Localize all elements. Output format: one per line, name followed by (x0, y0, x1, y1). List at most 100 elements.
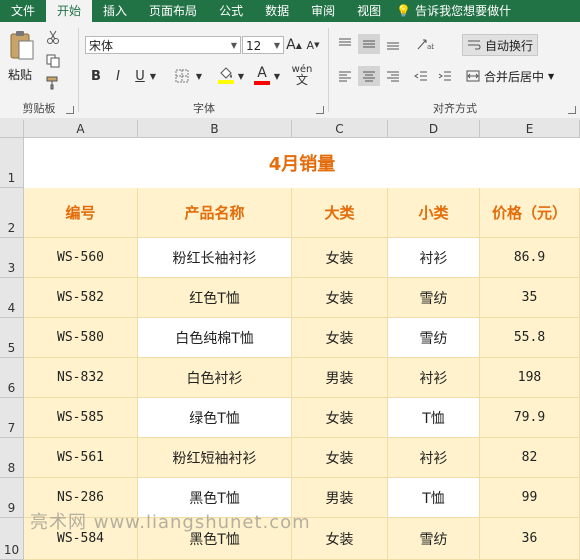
alignment-launcher-icon[interactable] (568, 106, 576, 114)
tell-me-box[interactable]: 💡 告诉我您想要做什 (396, 0, 511, 22)
increase-indent-icon[interactable] (434, 66, 456, 86)
row-header[interactable]: 8 (0, 438, 24, 478)
merge-center-button[interactable]: 合并后居中 ▼ (466, 66, 554, 86)
table-cell[interactable]: 35 (480, 278, 580, 318)
table-cell[interactable]: 86.9 (480, 238, 580, 278)
phonetic-button[interactable]: wén 文 (290, 62, 314, 88)
borders-icon[interactable] (172, 66, 192, 86)
fill-color-button[interactable] (216, 64, 236, 86)
header-cell[interactable]: 大类 (292, 188, 388, 238)
bottom-align-icon[interactable] (382, 34, 404, 54)
row-header[interactable]: 1 (0, 138, 24, 188)
column-header-b[interactable]: B (138, 120, 292, 138)
column-header-c[interactable]: C (292, 120, 388, 138)
font-launcher-icon[interactable] (316, 106, 324, 114)
sheet-title-cell[interactable]: 4月销量 (24, 138, 580, 189)
table-cell[interactable]: T恤 (388, 398, 480, 438)
tab-home[interactable]: 开始 (46, 0, 93, 22)
table-cell[interactable]: NS-832 (24, 358, 138, 398)
row-header[interactable]: 10 (0, 518, 24, 560)
middle-align-icon[interactable] (358, 34, 380, 54)
chevron-down-icon[interactable]: ▼ (194, 66, 204, 86)
table-cell[interactable]: 粉红长袖衬衫 (138, 238, 292, 278)
header-cell[interactable]: 产品名称 (138, 188, 292, 238)
header-cell[interactable]: 编号 (24, 188, 138, 238)
chevron-down-icon[interactable]: ▼ (236, 66, 246, 86)
paste-button[interactable]: 粘贴 (2, 24, 38, 84)
table-cell[interactable]: 雪纺 (388, 278, 480, 318)
table-cell[interactable]: 雪纺 (388, 318, 480, 358)
table-cell[interactable]: 白色纯棉T恤 (138, 318, 292, 358)
table-cell[interactable]: 白色衬衫 (138, 358, 292, 398)
header-cell[interactable]: 小类 (388, 188, 480, 238)
table-cell[interactable]: 女装 (292, 238, 388, 278)
cut-icon[interactable] (44, 28, 62, 46)
tab-file[interactable]: 文件 (0, 0, 46, 22)
table-cell[interactable]: WS-580 (24, 318, 138, 358)
underline-button[interactable]: U (132, 66, 148, 86)
italic-button[interactable]: I (110, 66, 126, 86)
table-cell[interactable]: WS-561 (24, 438, 138, 478)
tab-insert[interactable]: 插入 (92, 0, 138, 22)
orientation-icon[interactable]: ab (412, 34, 438, 54)
select-all-corner[interactable] (0, 120, 24, 138)
font-size-combo[interactable]: 12 ▼ (242, 36, 284, 54)
table-cell[interactable]: NS-286 (24, 478, 138, 518)
chevron-down-icon[interactable]: ▼ (148, 66, 158, 86)
table-cell[interactable]: 79.9 (480, 398, 580, 438)
table-cell[interactable]: WS-582 (24, 278, 138, 318)
table-cell[interactable]: 衬衫 (388, 358, 480, 398)
table-cell[interactable]: WS-584 (24, 518, 138, 560)
tab-page-layout[interactable]: 页面布局 (138, 0, 208, 22)
column-header-a[interactable]: A (24, 120, 138, 138)
bold-button[interactable]: B (88, 66, 104, 86)
row-header[interactable]: 2 (0, 188, 24, 238)
top-align-icon[interactable] (334, 34, 356, 54)
align-left-icon[interactable] (334, 66, 356, 86)
row-header[interactable]: 5 (0, 318, 24, 358)
align-center-icon[interactable] (358, 66, 380, 86)
table-cell[interactable]: 99 (480, 478, 580, 518)
table-cell[interactable]: 绿色T恤 (138, 398, 292, 438)
clipboard-launcher-icon[interactable] (66, 106, 74, 114)
wrap-text-button[interactable]: 自动换行 (462, 34, 539, 56)
table-cell[interactable]: 女装 (292, 398, 388, 438)
row-header[interactable]: 3 (0, 238, 24, 278)
table-cell[interactable]: WS-560 (24, 238, 138, 278)
table-cell[interactable]: 198 (480, 358, 580, 398)
format-painter-icon[interactable] (44, 74, 62, 92)
column-header-e[interactable]: E (480, 120, 580, 138)
copy-icon[interactable] (44, 52, 62, 70)
table-cell[interactable]: 衬衫 (388, 238, 480, 278)
row-header[interactable]: 6 (0, 358, 24, 398)
row-header[interactable]: 7 (0, 398, 24, 438)
decrease-indent-icon[interactable] (410, 66, 432, 86)
table-cell[interactable]: 男装 (292, 478, 388, 518)
tab-view[interactable]: 视图 (346, 0, 392, 22)
table-cell[interactable]: 衬衫 (388, 438, 480, 478)
shrink-font-button[interactable]: A ▼ (305, 36, 321, 54)
tab-data[interactable]: 数据 (254, 0, 300, 22)
table-cell[interactable]: 红色T恤 (138, 278, 292, 318)
table-cell[interactable]: WS-585 (24, 398, 138, 438)
chevron-down-icon[interactable]: ▼ (272, 66, 282, 86)
table-cell[interactable]: 雪纺 (388, 518, 480, 560)
table-cell[interactable]: 女装 (292, 438, 388, 478)
tab-review[interactable]: 审阅 (300, 0, 346, 22)
table-cell[interactable]: T恤 (388, 478, 480, 518)
table-cell[interactable]: 男装 (292, 358, 388, 398)
table-cell[interactable]: 82 (480, 438, 580, 478)
grow-font-button[interactable]: A ▲ (286, 36, 302, 54)
header-cell[interactable]: 价格（元） (480, 188, 580, 238)
align-right-icon[interactable] (382, 66, 404, 86)
row-header[interactable]: 9 (0, 478, 24, 518)
table-cell[interactable]: 女装 (292, 278, 388, 318)
font-name-combo[interactable]: 宋体 ▼ (85, 36, 241, 54)
column-header-d[interactable]: D (388, 120, 480, 138)
row-header[interactable]: 4 (0, 278, 24, 318)
font-color-button[interactable]: A (252, 64, 272, 86)
table-cell[interactable]: 黑色T恤 (138, 518, 292, 560)
table-cell[interactable]: 36 (480, 518, 580, 560)
table-cell[interactable]: 55.8 (480, 318, 580, 358)
table-cell[interactable]: 粉红短袖衬衫 (138, 438, 292, 478)
